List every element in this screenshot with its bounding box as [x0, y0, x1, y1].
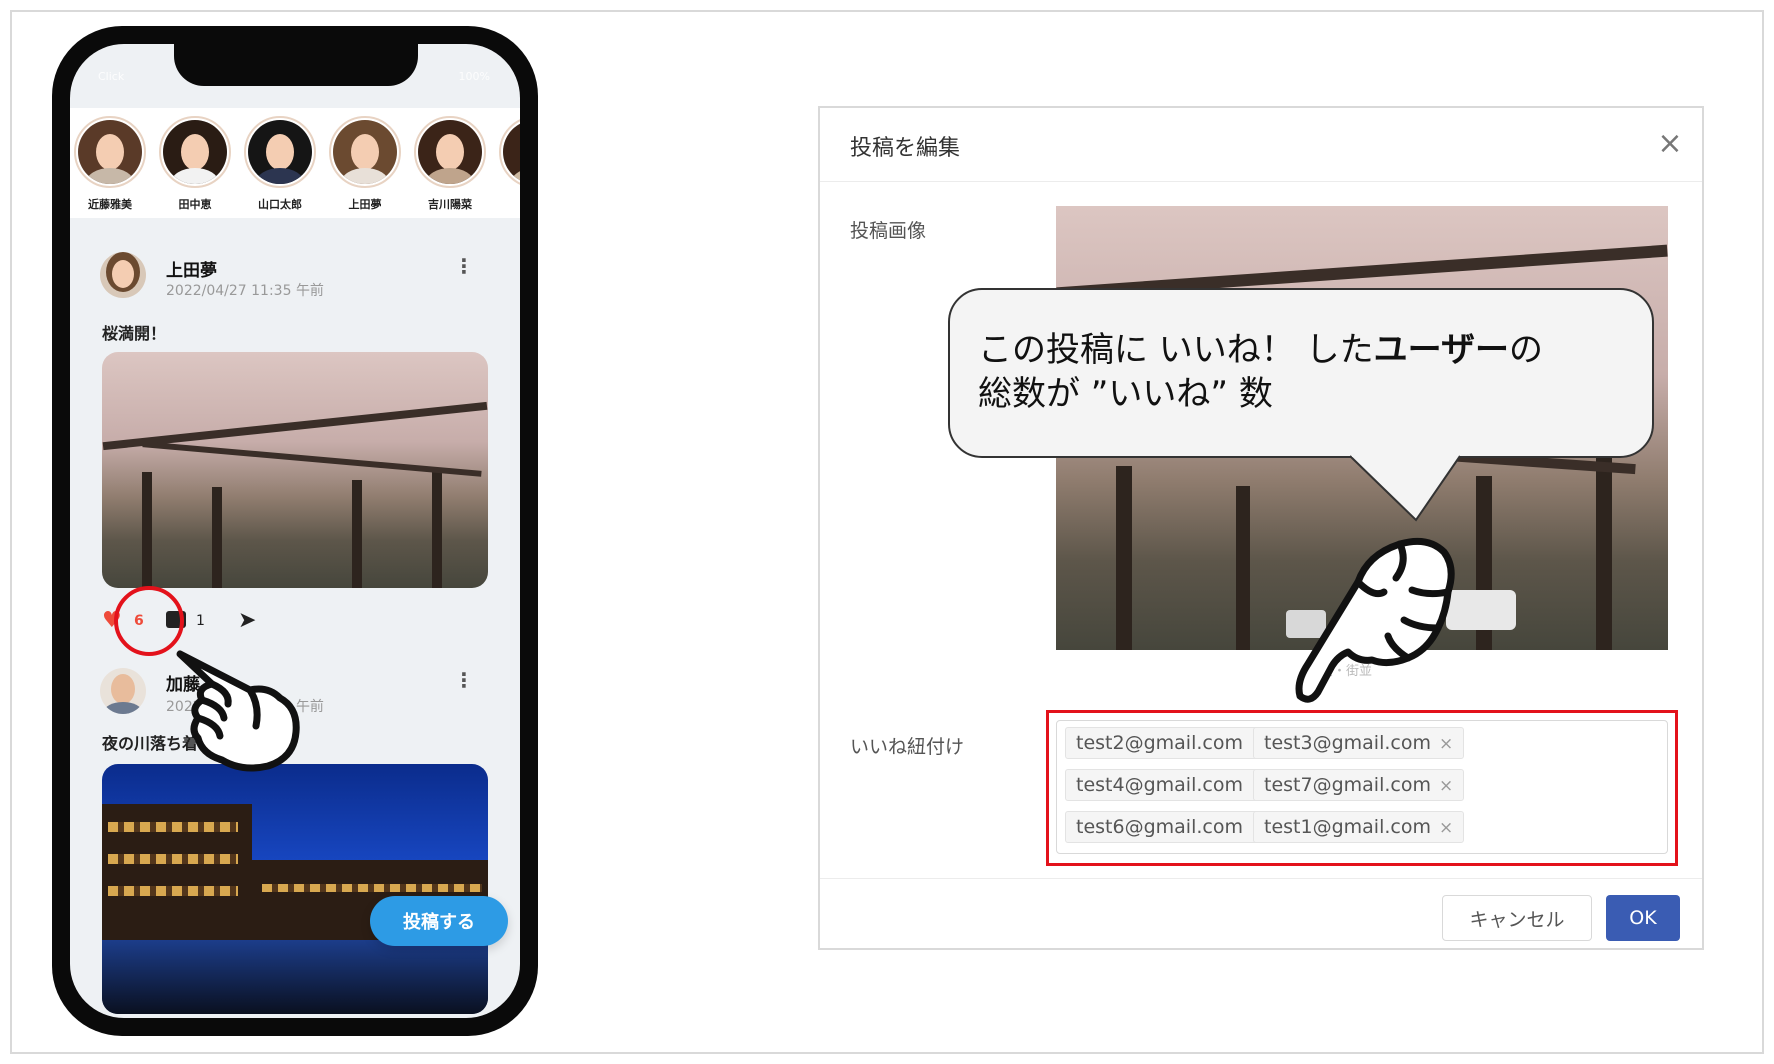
close-icon[interactable]: × — [1652, 126, 1688, 162]
phone-mockup: Click 100% 近藤雅美田中恵山口太郎上田夢吉川陽菜佐藤 上田夢 2022… — [52, 26, 538, 1036]
tag-label: test3@gmail.com — [1264, 732, 1431, 754]
tag-label: test7@gmail.com — [1264, 774, 1431, 796]
post-date: 2022/04/27 11:35 午前 — [166, 283, 324, 299]
send-icon[interactable]: ➤ — [238, 608, 256, 633]
story-avatar — [503, 120, 520, 184]
user-tag: test1@gmail.com × — [1253, 811, 1465, 843]
user-tag: test3@gmail.com × — [1253, 727, 1465, 759]
story-name: 田中恵 — [178, 198, 212, 211]
status-battery: 100% — [458, 70, 490, 83]
post-image-label: 投稿画像 — [850, 220, 927, 242]
story-item[interactable]: 近藤雅美 — [70, 116, 152, 212]
story-avatar — [333, 120, 397, 184]
status-carrier: Click — [98, 70, 125, 83]
user-tag: test6@gmail.com× — [1065, 811, 1277, 843]
avatar[interactable] — [100, 252, 146, 298]
post-photo[interactable] — [102, 352, 488, 588]
story-name: 山口太郎 — [258, 198, 302, 211]
user-tag: test7@gmail.com × — [1253, 769, 1465, 801]
more-options-icon[interactable]: ⋮ — [454, 254, 474, 278]
story-ring — [499, 116, 520, 188]
phone-screen: Click 100% 近藤雅美田中恵山口太郎上田夢吉川陽菜佐藤 上田夢 2022… — [70, 44, 520, 1018]
story-avatar — [163, 120, 227, 184]
edit-post-dialog: 投稿を編集 × 投稿画像 桜・街並 いいね紐付け test2@gmail.com… — [818, 106, 1704, 950]
story-avatar — [418, 120, 482, 184]
dialog-header: 投稿を編集 × — [820, 108, 1702, 182]
post-caption: 桜満開！ — [102, 324, 167, 343]
likes-link-label: いいね紐付け — [850, 736, 965, 758]
pointing-hand-icon — [176, 650, 300, 772]
tag-remove-icon[interactable]: × — [1439, 734, 1453, 754]
tag-remove-icon[interactable]: × — [1439, 776, 1453, 796]
tag-label: test4@gmail.com — [1076, 774, 1243, 796]
story-name: 上田夢 — [348, 198, 382, 211]
more-options-icon[interactable]: ⋮ — [454, 668, 474, 692]
dialog-title: 投稿を編集 — [850, 136, 961, 161]
tag-remove-icon[interactable]: × — [1439, 818, 1453, 838]
cancel-button[interactable]: キャンセル — [1442, 895, 1592, 941]
user-tag: test4@gmail.com× — [1065, 769, 1277, 801]
story-name: 佐藤 — [493, 196, 520, 212]
annotation-bubble: この投稿に いいね！ したユーザーの 総数が ”いいね” 数 — [948, 288, 1654, 458]
phone-notch — [174, 44, 418, 86]
dialog-footer: キャンセル OK — [820, 878, 1702, 950]
story-ring — [414, 116, 486, 188]
story-ring — [329, 116, 401, 188]
annotation-line-1: この投稿に いいね！ したユーザーの — [978, 330, 1543, 370]
tag-label: test1@gmail.com — [1264, 816, 1431, 838]
comment-count: 1 — [196, 613, 205, 629]
post-photo[interactable] — [102, 764, 488, 1014]
create-post-button[interactable]: 投稿する — [370, 896, 508, 946]
tag-label: test2@gmail.com — [1076, 732, 1243, 754]
bubble-tail — [1349, 454, 1461, 522]
likes-tag-select[interactable]: test2@gmail.com× test3@gmail.com× test4@… — [1056, 720, 1668, 854]
post-card: 上田夢 2022/04/27 11:35 午前 ⋮ 桜満開！ — [70, 234, 520, 614]
post-username[interactable]: 上田夢 — [166, 256, 217, 281]
ok-button[interactable]: OK — [1606, 895, 1680, 941]
story-ring — [159, 116, 231, 188]
user-tag: test2@gmail.com× — [1065, 727, 1277, 759]
story-item[interactable]: 佐藤 — [493, 116, 520, 212]
story-item[interactable]: 吉川陽菜 — [408, 116, 492, 212]
story-name: 近藤雅美 — [88, 198, 132, 211]
pointing-hand-icon — [1295, 537, 1455, 703]
avatar[interactable] — [100, 668, 146, 714]
annotation-line-2: 総数が ”いいね” 数 — [978, 374, 1273, 414]
story-item[interactable]: 山口太郎 — [238, 116, 322, 212]
story-name: 吉川陽菜 — [428, 198, 472, 211]
stories-bar: 近藤雅美 田中恵 山口太郎 上田夢 吉川陽菜 佐藤 — [70, 108, 520, 218]
story-item[interactable]: 上田夢 — [323, 116, 407, 212]
story-ring — [244, 116, 316, 188]
tag-label: test6@gmail.com — [1076, 816, 1243, 838]
story-avatar — [248, 120, 312, 184]
story-item[interactable]: 田中恵 — [153, 116, 237, 212]
story-ring — [74, 116, 146, 188]
story-avatar — [78, 120, 142, 184]
